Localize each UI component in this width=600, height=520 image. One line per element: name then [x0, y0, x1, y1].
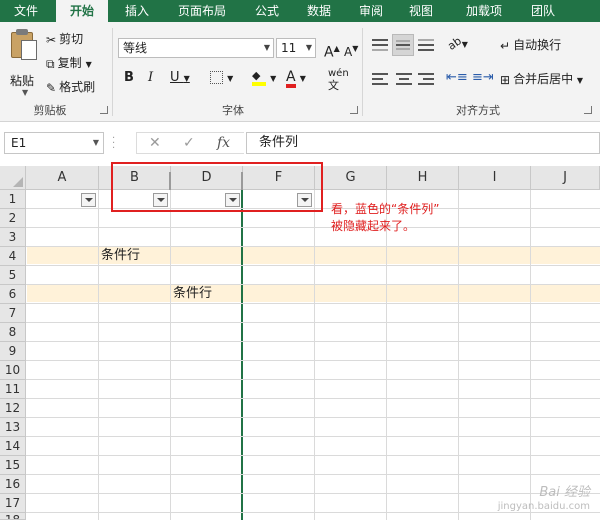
wrap-text-button[interactable]: ↵ 自动换行: [500, 36, 561, 54]
chevron-down-icon: ▼: [305, 43, 312, 52]
alignment-group-label: 对齐方式: [456, 104, 500, 117]
increase-indent-icon[interactable]: ≡⇥: [472, 68, 494, 88]
cell-d6[interactable]: 条件行: [173, 285, 212, 303]
highlight-box: [111, 162, 323, 212]
tab-team[interactable]: 团队: [520, 0, 566, 22]
column-header-h[interactable]: H: [387, 166, 459, 190]
row-header[interactable]: 4: [0, 247, 26, 266]
scissors-icon: ✂: [46, 32, 57, 47]
row-header[interactable]: 6: [0, 285, 26, 304]
borders-icon: [210, 71, 223, 84]
splitter-dots[interactable]: · · ·: [112, 134, 115, 154]
worksheet-grid: A B D F G H I J 1 2 3 4 5 6 7 8 9 10 11 …: [0, 166, 600, 520]
orientation-button[interactable]: ab▼: [445, 34, 468, 54]
align-top-button[interactable]: [370, 36, 390, 54]
row-header[interactable]: 11: [0, 380, 26, 399]
annotation-note: 看，蓝色的“条件列” 被隐藏起来了。: [331, 202, 440, 233]
align-bottom-button[interactable]: [416, 36, 436, 54]
column-header-g[interactable]: G: [315, 166, 387, 190]
font-launcher-icon[interactable]: [350, 106, 358, 114]
chevron-down-icon: ▼: [263, 43, 270, 52]
merge-cells-icon: ⊞: [500, 72, 511, 87]
tab-formulas[interactable]: 公式: [244, 0, 290, 22]
insert-function-icon[interactable]: fx: [217, 135, 230, 151]
grow-font-button[interactable]: A▲: [324, 39, 340, 61]
copy-icon: ⧉: [46, 56, 55, 71]
watermark: Bai 经验 jingyan.baidu.com: [497, 485, 590, 513]
paste-button[interactable]: 粘贴 ▼: [6, 26, 40, 98]
alignment-launcher-icon[interactable]: [584, 106, 592, 114]
font-name-select[interactable]: 等线 ▼: [118, 38, 274, 58]
align-center-button[interactable]: [394, 70, 414, 88]
enter-icon[interactable]: ✓: [183, 135, 195, 151]
row-header[interactable]: 12: [0, 399, 26, 418]
font-size-select[interactable]: 11 ▼: [276, 38, 316, 58]
row-header[interactable]: 18: [0, 513, 26, 520]
ribbon-tab-bar: 文件 开始 插入 页面布局 公式 数据 审阅 视图 加载项 团队: [0, 0, 600, 22]
bold-button[interactable]: B: [124, 68, 134, 88]
brush-icon: ✎: [46, 80, 57, 95]
filter-dropdown-a[interactable]: [81, 193, 96, 207]
align-left-button[interactable]: [370, 70, 390, 88]
cancel-icon[interactable]: ✕: [149, 135, 161, 151]
row-header[interactable]: 9: [0, 342, 26, 361]
column-header-a[interactable]: A: [26, 166, 99, 190]
tab-home[interactable]: 开始: [56, 0, 108, 22]
clipboard-group-label: 剪贴板: [33, 104, 67, 117]
selected-column-edge: [241, 190, 243, 520]
merge-center-button[interactable]: ⊞ 合并后居中 ▼: [500, 70, 583, 88]
tab-review[interactable]: 审阅: [348, 0, 394, 22]
decrease-indent-icon[interactable]: ⇤≡: [446, 68, 468, 88]
phonetic-button[interactable]: wén 文: [328, 68, 349, 92]
chevron-down-icon: ▼: [92, 138, 99, 147]
row-header[interactable]: 3: [0, 228, 26, 247]
phonetic-icon: 文: [328, 79, 339, 92]
cut-button[interactable]: ✂ 剪切: [46, 30, 83, 48]
tab-addins[interactable]: 加载项: [454, 0, 514, 22]
row-header[interactable]: 15: [0, 456, 26, 475]
underline-button[interactable]: U ▼: [170, 68, 190, 88]
select-all-button[interactable]: [0, 166, 26, 190]
row-header[interactable]: 16: [0, 475, 26, 494]
name-box[interactable]: E1 ▼: [4, 132, 104, 154]
row-header[interactable]: 8: [0, 323, 26, 342]
wrap-text-icon: ↵: [500, 38, 511, 53]
borders-button[interactable]: ▼: [210, 68, 233, 88]
tab-view[interactable]: 视图: [398, 0, 444, 22]
row-header[interactable]: 7: [0, 304, 26, 323]
tab-insert[interactable]: 插入: [112, 0, 162, 22]
shrink-font-button[interactable]: A▼: [344, 39, 358, 59]
row-header[interactable]: 10: [0, 361, 26, 380]
fill-color-button[interactable]: ◆ ▼: [252, 68, 276, 88]
text-orientation-icon: ab: [445, 34, 464, 53]
chevron-down-icon: ▼: [22, 88, 29, 97]
row-header[interactable]: 1: [0, 190, 26, 209]
clipboard-launcher-icon[interactable]: [100, 106, 108, 114]
tab-page-layout[interactable]: 页面布局: [166, 0, 238, 22]
italic-button[interactable]: I: [148, 68, 153, 88]
formula-bar: E1 ▼ · · · ✕ ✓ fx 条件列: [0, 128, 600, 158]
ribbon-home: 粘贴 ▼ ✂ 剪切 ⧉ 复制 ▼ ✎ 格式刷 剪贴板 等线 ▼ 11 ▼ A▲ A▼ B I…: [0, 22, 600, 122]
paint-bucket-icon: ◆: [252, 69, 266, 86]
font-color-button[interactable]: A ▼: [286, 68, 306, 88]
row-header[interactable]: 2: [0, 209, 26, 228]
tab-file[interactable]: 文件: [0, 0, 52, 22]
paste-label: 粘贴: [10, 74, 35, 88]
column-header-j[interactable]: J: [531, 166, 600, 190]
row-header[interactable]: 17: [0, 494, 26, 513]
formula-input[interactable]: 条件列: [246, 132, 600, 154]
align-right-button[interactable]: [416, 70, 436, 88]
format-painter-button[interactable]: ✎ 格式刷: [46, 78, 95, 96]
align-middle-button[interactable]: [392, 34, 414, 56]
row-header[interactable]: 13: [0, 418, 26, 437]
tab-data[interactable]: 数据: [296, 0, 342, 22]
row-header[interactable]: 5: [0, 266, 26, 285]
copy-button[interactable]: ⧉ 复制 ▼: [46, 54, 92, 72]
row-header[interactable]: 14: [0, 437, 26, 456]
cell-b4[interactable]: 条件行: [101, 247, 140, 265]
font-group-label: 字体: [222, 104, 244, 117]
column-header-i[interactable]: I: [459, 166, 531, 190]
